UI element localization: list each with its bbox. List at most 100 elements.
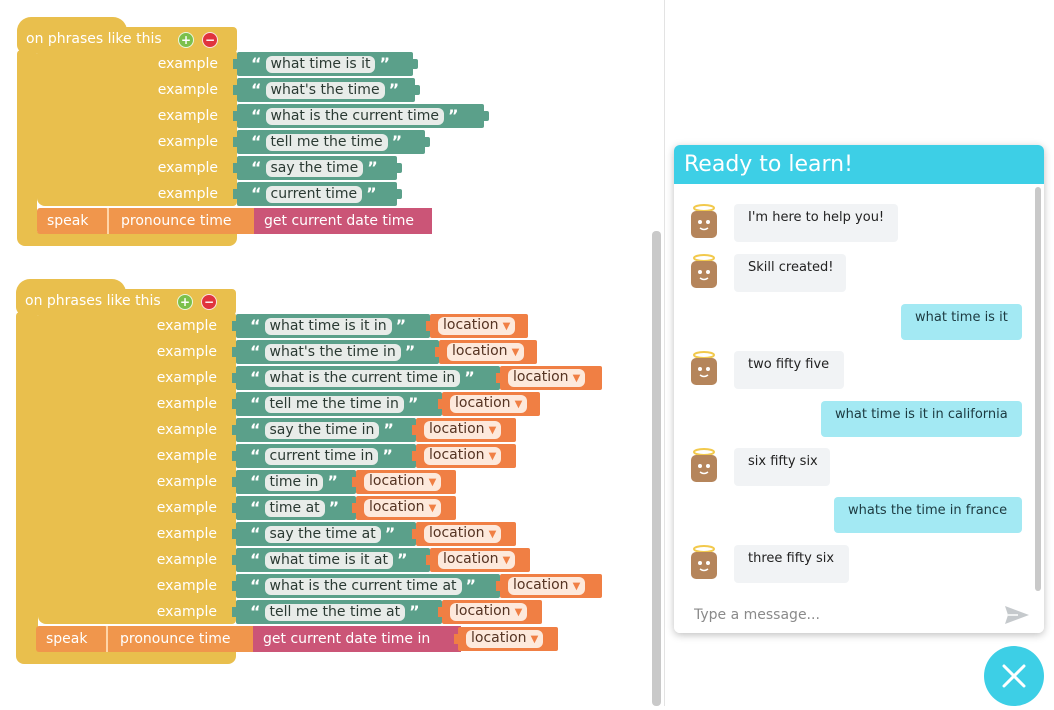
- send-icon[interactable]: [1004, 605, 1030, 625]
- bot-avatar-icon: [691, 204, 717, 238]
- phrase-block[interactable]: “time at”: [232, 496, 361, 520]
- get-current-date-time-in-block[interactable]: get current date time in: [253, 626, 461, 652]
- phrase-block[interactable]: “say the time in”: [232, 418, 421, 442]
- phrase-block[interactable]: “what is the current time”: [233, 104, 489, 128]
- close-quote-icon: ”: [382, 446, 393, 465]
- phrase-text[interactable]: what is the current time at: [264, 577, 462, 595]
- phrase-text[interactable]: what is the current time in: [264, 369, 461, 387]
- location-block[interactable]: location ▼: [496, 574, 602, 598]
- phrase-text[interactable]: what time is it: [265, 55, 376, 73]
- location-dropdown[interactable]: location ▼: [424, 421, 502, 439]
- phrase-text[interactable]: what is the current time: [265, 107, 445, 125]
- remove-phrase-icon[interactable]: −: [201, 294, 217, 310]
- location-label: location: [455, 395, 511, 411]
- close-quote-icon: ”: [395, 316, 407, 335]
- location-dropdown[interactable]: location ▼: [508, 577, 586, 595]
- location-block[interactable]: location ▼: [412, 522, 516, 546]
- close-quote-icon: ”: [388, 80, 400, 99]
- location-block[interactable]: location ▼: [496, 366, 602, 390]
- example-label: example: [157, 160, 218, 176]
- location-block[interactable]: location ▼: [352, 496, 456, 520]
- example-label: example: [157, 82, 218, 98]
- phrase-block[interactable]: “time in”: [232, 470, 361, 494]
- message-input[interactable]: [692, 604, 996, 626]
- phrase-text[interactable]: current time in: [264, 447, 379, 465]
- location-dropdown[interactable]: location ▼: [450, 603, 528, 621]
- phrase-text[interactable]: what's the time: [265, 81, 385, 99]
- phrase-text[interactable]: tell me the time: [265, 133, 388, 151]
- example-label: example: [156, 526, 217, 542]
- phrase-text[interactable]: current time: [265, 185, 363, 203]
- location-dropdown[interactable]: location ▼: [447, 343, 525, 361]
- phrase-text[interactable]: say the time at: [264, 525, 381, 543]
- location-label: location: [452, 343, 508, 359]
- bot-avatar-icon: [691, 448, 717, 482]
- phrase-text[interactable]: what's the time in: [264, 343, 401, 361]
- phrase-text[interactable]: time in: [264, 473, 324, 491]
- speak-block[interactable]: speak: [36, 626, 108, 652]
- example-label: example: [157, 134, 218, 150]
- open-quote-icon: “: [250, 420, 261, 439]
- location-block[interactable]: location ▼: [454, 627, 558, 651]
- location-block[interactable]: location ▼: [426, 548, 530, 572]
- phrase-text[interactable]: tell me the time at: [264, 603, 406, 621]
- phrase-block[interactable]: “what's the time”: [233, 78, 420, 102]
- phrase-block[interactable]: “what time is it in”: [232, 314, 435, 338]
- phrase-text[interactable]: say the time in: [264, 421, 380, 439]
- phrase-block[interactable]: “what is the current time in”: [232, 366, 505, 390]
- open-quote-icon: “: [251, 132, 262, 151]
- phrase-text[interactable]: say the time: [265, 159, 364, 177]
- phrase-block[interactable]: “current time in”: [232, 444, 421, 468]
- location-dropdown[interactable]: location ▼: [508, 369, 586, 387]
- location-dropdown[interactable]: location ▼: [364, 499, 442, 517]
- get-current-date-time-block[interactable]: get current date time: [254, 208, 432, 234]
- open-quote-icon: “: [250, 342, 261, 361]
- add-phrase-icon[interactable]: +: [178, 32, 194, 48]
- phrase-block[interactable]: “what time is it”: [233, 52, 418, 76]
- add-phrase-icon[interactable]: +: [177, 294, 193, 310]
- location-block[interactable]: location ▼: [412, 418, 516, 442]
- location-dropdown[interactable]: location ▼: [424, 447, 502, 465]
- phrase-text[interactable]: tell me the time in: [264, 395, 404, 413]
- open-quote-icon: “: [250, 602, 261, 621]
- location-block[interactable]: location ▼: [412, 444, 516, 468]
- location-label: location: [443, 317, 499, 333]
- bot-message: I'm here to help you!: [734, 204, 898, 242]
- location-dropdown[interactable]: location ▼: [424, 525, 502, 543]
- speak-block[interactable]: speak: [37, 208, 109, 234]
- hat-spine: [16, 312, 38, 662]
- close-chat-button[interactable]: [984, 646, 1044, 706]
- location-dropdown[interactable]: location ▼: [450, 395, 528, 413]
- location-dropdown[interactable]: location ▼: [364, 473, 442, 491]
- phrase-block[interactable]: “tell me the time in”: [232, 392, 447, 416]
- phrase-block[interactable]: “what's the time in”: [232, 340, 444, 364]
- dropdown-caret-icon: ▼: [502, 321, 511, 332]
- phrase-block[interactable]: “what is the current time at”: [232, 574, 505, 598]
- phrase-text[interactable]: what time is it at: [264, 551, 393, 569]
- location-dropdown[interactable]: location ▼: [438, 317, 516, 335]
- workspace-scrollbar[interactable]: [652, 231, 661, 706]
- phrase-block[interactable]: “say the time”: [233, 156, 402, 180]
- open-quote-icon: “: [251, 80, 262, 99]
- chat-scrollbar[interactable]: [1035, 187, 1041, 591]
- blockly-workspace[interactable]: on phrases like this + − example “what t…: [0, 0, 664, 706]
- location-dropdown[interactable]: location ▼: [466, 630, 544, 648]
- location-block[interactable]: location ▼: [426, 314, 528, 338]
- pronounce-time-block[interactable]: pronounce time: [106, 626, 254, 652]
- phrase-block[interactable]: “tell me the time at”: [232, 600, 447, 624]
- phrase-block[interactable]: “current time”: [233, 182, 402, 206]
- phrase-text[interactable]: time at: [264, 499, 325, 517]
- remove-phrase-icon[interactable]: −: [202, 32, 218, 48]
- phrase-block[interactable]: “tell me the time”: [233, 130, 430, 154]
- location-block[interactable]: location ▼: [438, 392, 540, 416]
- location-block[interactable]: location ▼: [352, 470, 456, 494]
- phrase-block[interactable]: “what time is it at”: [232, 548, 435, 572]
- pronounce-time-block[interactable]: pronounce time: [107, 208, 255, 234]
- phrase-text[interactable]: what time is it in: [264, 317, 392, 335]
- location-dropdown[interactable]: location ▼: [438, 551, 516, 569]
- location-block[interactable]: location ▼: [435, 340, 537, 364]
- phrase-block[interactable]: “say the time at”: [232, 522, 421, 546]
- hat-foot: [16, 650, 236, 664]
- location-block[interactable]: location ▼: [438, 600, 542, 624]
- open-quote-icon: “: [250, 446, 261, 465]
